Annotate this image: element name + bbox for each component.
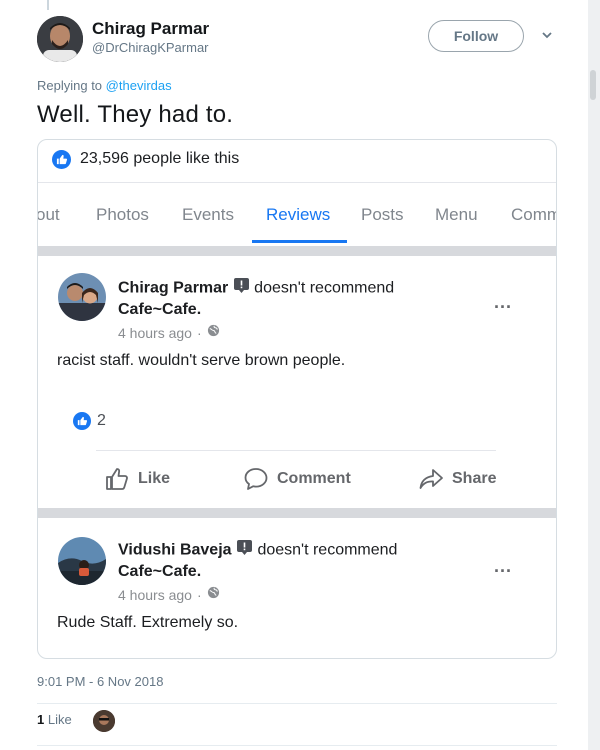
- reviewer-avatar[interactable]: [58, 273, 106, 321]
- replying-to-link[interactable]: @thevirdas: [106, 78, 172, 93]
- tab-reviews[interactable]: Reviews: [266, 205, 330, 225]
- more-options-button[interactable]: ...: [494, 292, 512, 313]
- page-likes-row: 23,596 people like this: [52, 149, 239, 169]
- likes-count: 1: [37, 712, 45, 727]
- reaction-count: 2: [97, 412, 106, 429]
- review-header: Vidushi Baveja doesn't recommend Cafe~Ca…: [118, 539, 458, 582]
- review-verb: doesn't recommend: [257, 541, 398, 559]
- reviewed-place[interactable]: Cafe~Cafe.: [118, 563, 201, 580]
- follow-button[interactable]: Follow: [428, 20, 524, 52]
- review-badge-icon: [236, 539, 253, 562]
- page-scrollbar-thumb[interactable]: [590, 70, 596, 100]
- tab-about[interactable]: out: [38, 205, 60, 225]
- caret-down-icon[interactable]: [540, 28, 554, 42]
- likes-label: Like: [47, 712, 72, 727]
- more-options-button[interactable]: ...: [494, 556, 512, 577]
- tab-photos[interactable]: Photos: [96, 205, 149, 225]
- like-button[interactable]: Like: [104, 466, 170, 492]
- reaction-summary[interactable]: 2: [73, 412, 106, 430]
- page-likes-text: 23,596 people like this: [80, 150, 240, 167]
- share-label: Share: [452, 470, 497, 487]
- reviewer-avatar[interactable]: [58, 537, 106, 585]
- like-label: Like: [138, 470, 171, 487]
- review-time[interactable]: 4 hours ago: [118, 587, 192, 603]
- thumbs-up-icon: [73, 412, 91, 430]
- meta-separator: ·: [196, 587, 202, 603]
- review-meta: 4 hours ago ·: [118, 324, 220, 342]
- tweet-timestamp[interactable]: 9:01 PM - 6 Nov 2018: [37, 674, 163, 689]
- comment-label: Comment: [277, 470, 351, 487]
- replying-to: Replying to @thevirdas: [37, 78, 172, 93]
- review-time[interactable]: 4 hours ago: [118, 325, 192, 341]
- divider: [38, 182, 556, 183]
- reviewer-name[interactable]: Chirag Parmar: [118, 280, 228, 297]
- reviewed-place[interactable]: Cafe~Cafe.: [118, 301, 201, 318]
- review-verb: doesn't recommend: [254, 279, 395, 297]
- thumbs-up-icon: [106, 468, 128, 490]
- tab-community[interactable]: Comm: [511, 205, 556, 225]
- liker-avatar[interactable]: [93, 710, 115, 732]
- tweet-likes[interactable]: 1 Like: [37, 712, 72, 727]
- author-avatar[interactable]: [37, 16, 83, 62]
- reviewer-name[interactable]: Vidushi Baveja: [118, 542, 232, 559]
- globe-icon: [207, 586, 220, 604]
- tab-posts[interactable]: Posts: [361, 205, 404, 225]
- review-body: racist staff. wouldn't serve brown peopl…: [57, 352, 346, 369]
- meta-separator: ·: [196, 325, 202, 341]
- thumbs-up-icon: [52, 149, 71, 169]
- share-button[interactable]: Share: [418, 466, 496, 492]
- embedded-screenshot[interactable]: 23,596 people like this out Photos Event…: [37, 139, 557, 659]
- page-scrollbar-track[interactable]: [588, 0, 600, 750]
- divider: [37, 703, 557, 704]
- replying-prefix: Replying to: [37, 78, 103, 93]
- active-tab-indicator: [252, 240, 347, 243]
- divider: [96, 450, 496, 451]
- tweet-text: Well. They had to.: [37, 101, 234, 128]
- review-meta: 4 hours ago ·: [118, 586, 220, 604]
- comment-icon: [244, 468, 268, 490]
- tab-menu[interactable]: Menu: [435, 205, 478, 225]
- share-icon: [419, 469, 443, 489]
- review-header: Chirag Parmar doesn't recommend Cafe~Caf…: [118, 277, 438, 320]
- divider: [37, 745, 557, 746]
- tab-events[interactable]: Events: [182, 205, 234, 225]
- review-badge-icon: [233, 277, 250, 300]
- review-body: Rude Staff. Extremely so.: [57, 614, 239, 631]
- page-tabs: out Photos Events Reviews Posts Menu Com…: [38, 192, 556, 242]
- section-separator: [38, 508, 556, 518]
- author-handle[interactable]: @DrChiragKParmar: [92, 40, 209, 55]
- author-display-name[interactable]: Chirag Parmar: [92, 19, 209, 39]
- section-separator: [38, 246, 556, 256]
- thread-line: [47, 0, 49, 10]
- globe-icon: [207, 324, 220, 342]
- comment-button[interactable]: Comment: [243, 466, 351, 492]
